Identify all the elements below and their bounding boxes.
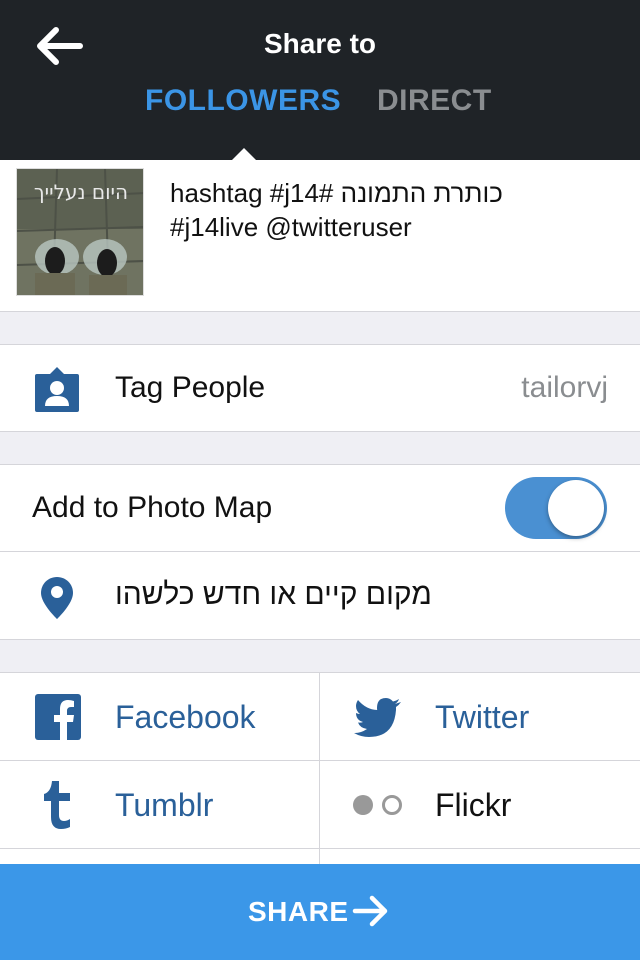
location-placeholder: מקום קיים או חדש כלשהו	[115, 578, 432, 611]
arrow-right-icon	[352, 895, 388, 927]
facebook-label: Facebook	[115, 699, 256, 735]
header-bar: Share to FOLLOWERS DIRECT	[0, 0, 640, 161]
caption-line-1: כותרת התמונה #hashtag #j14	[170, 178, 503, 208]
caption-line-2: #j14live @twitteruser	[170, 212, 412, 242]
twitter-icon	[354, 698, 401, 737]
photo-thumbnail[interactable]: היום נעלייך	[16, 168, 144, 296]
tab-direct[interactable]: DIRECT	[377, 84, 492, 118]
photo-map-toggle[interactable]	[505, 477, 607, 539]
post-preview: היום נעלייך כותרת התמונה #hashtag #j14 #…	[0, 160, 640, 312]
photo-image: היום נעלייך	[17, 169, 143, 295]
tumblr-icon	[44, 781, 70, 829]
tumblr-share-toggle[interactable]: Tumblr	[0, 761, 320, 849]
tagged-user-value: tailorvj	[521, 371, 608, 404]
page-title: Share to	[263, 28, 377, 59]
thumbnail-graffiti-text: היום נעלייך	[34, 180, 128, 204]
location-row[interactable]: מקום קיים או חדש כלשהו	[0, 552, 640, 640]
toggle-knob	[548, 480, 604, 536]
share-button-label: SHARE	[248, 896, 349, 927]
photo-map-row: Add to Photo Map	[0, 464, 640, 552]
location-pin-icon	[41, 577, 73, 619]
more-service-cell-left[interactable]	[0, 849, 320, 865]
twitter-label: Twitter	[435, 699, 530, 735]
flickr-icon	[353, 795, 402, 815]
facebook-share-toggle[interactable]: Facebook	[0, 673, 320, 761]
tag-people-row[interactable]: Tag People tailorvj	[0, 344, 640, 432]
photo-map-label: Add to Photo Map	[32, 491, 273, 524]
flickr-share-toggle[interactable]: Flickr	[320, 761, 640, 849]
share-button[interactable]: SHARE	[0, 864, 640, 960]
caption-text[interactable]: כותרת התמונה #hashtag #j14 #j14live @twi…	[170, 176, 620, 244]
tab-followers[interactable]: FOLLOWERS	[145, 84, 341, 118]
facebook-icon	[35, 694, 81, 740]
tag-person-icon	[35, 367, 79, 412]
share-services-grid: Facebook Twitter Tumblr Flickr	[0, 672, 640, 865]
flickr-label: Flickr	[435, 787, 512, 823]
tag-people-label: Tag People	[115, 371, 266, 404]
tumblr-label: Tumblr	[115, 787, 214, 823]
more-service-cell-right[interactable]	[320, 849, 640, 865]
twitter-share-toggle[interactable]: Twitter	[320, 673, 640, 761]
